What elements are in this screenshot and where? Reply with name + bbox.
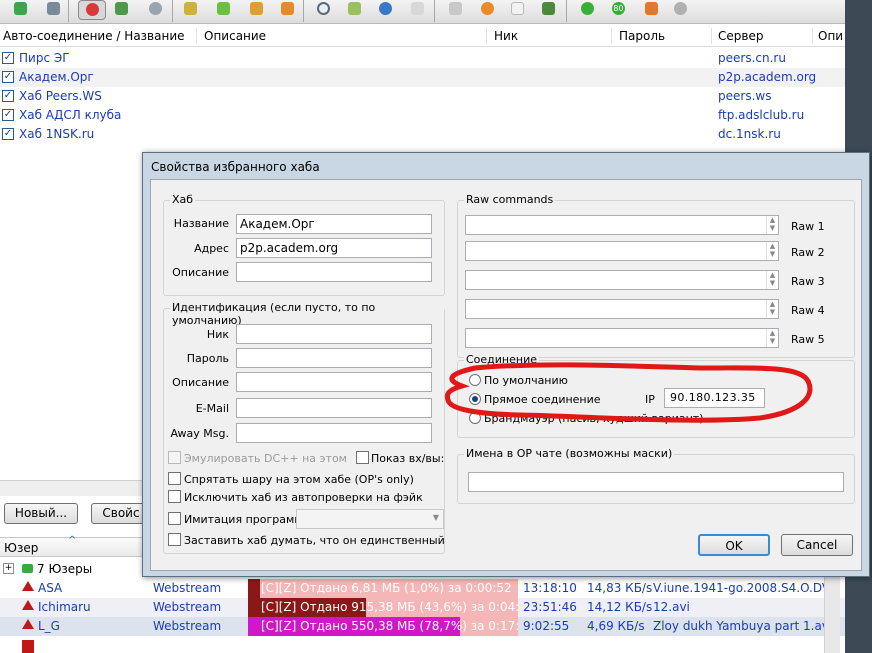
red-annotation-scribble <box>444 362 813 423</box>
